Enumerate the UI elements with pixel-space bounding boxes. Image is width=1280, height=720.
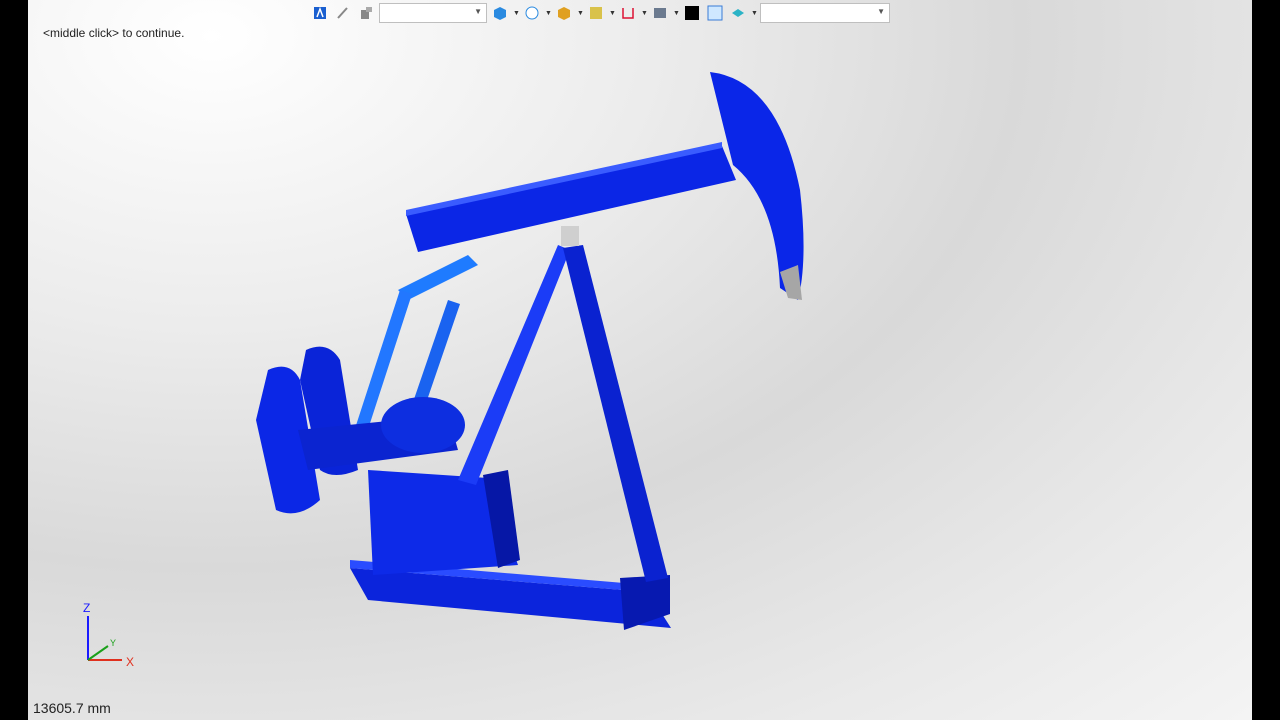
material-dropdown[interactable]: ▼ (751, 10, 758, 17)
view-cube-dropdown[interactable]: ▼ (513, 10, 520, 17)
axis-y-label: Y (110, 638, 116, 648)
chevron-down-icon: ▼ (474, 7, 482, 16)
samson-post-left[interactable] (458, 245, 570, 485)
samson-post-right[interactable] (563, 245, 668, 582)
gearbox-drum (381, 397, 465, 453)
render-style-dropdown[interactable]: ▼ (609, 10, 616, 17)
pumpjack-model[interactable] (28, 0, 1252, 720)
right-letterbox (1252, 0, 1280, 720)
section-tool-icon[interactable] (618, 3, 638, 23)
horse-head[interactable] (710, 72, 804, 300)
sphere-view-dropdown[interactable]: ▼ (545, 10, 552, 17)
left-letterbox (0, 0, 28, 720)
shaded-box-icon[interactable] (554, 3, 574, 23)
sketch-tool-icon[interactable] (333, 3, 353, 23)
view-cube-icon[interactable] (490, 3, 510, 23)
color-light-blue-icon[interactable] (705, 3, 725, 23)
saddle-bearing (561, 226, 579, 246)
color-black-icon[interactable] (682, 3, 702, 23)
material-icon[interactable] (728, 3, 748, 23)
toolbar: ▼ ▼ ▼ ▼ ▼ ▼ ▼ ▼ ▼ (310, 0, 890, 26)
section-tool-dropdown[interactable]: ▼ (641, 10, 648, 17)
continue-hint: <middle click> to continue. (43, 26, 185, 40)
pitman-arm[interactable] (398, 255, 478, 300)
app-logo-icon[interactable] (310, 3, 330, 23)
axis-x-label: X (126, 655, 134, 669)
scale-readout: 13605.7 mm (33, 700, 111, 716)
display-mode-dropdown[interactable]: ▼ (673, 10, 680, 17)
axis-triad: Z X Y (83, 601, 134, 669)
axis-z-label: Z (83, 601, 90, 615)
render-style-icon[interactable] (586, 3, 606, 23)
filter-combo[interactable]: ▼ (760, 3, 890, 23)
shaded-box-dropdown[interactable]: ▼ (577, 10, 584, 17)
display-mode-icon[interactable] (650, 3, 670, 23)
sphere-view-icon[interactable] (522, 3, 542, 23)
view-combo[interactable]: ▼ (379, 3, 487, 23)
3d-viewport[interactable]: ▼ ▼ ▼ ▼ ▼ ▼ ▼ ▼ ▼ <middle click> to cont… (28, 0, 1252, 720)
chevron-down-icon: ▼ (877, 7, 885, 16)
filter-tool-icon[interactable] (356, 3, 376, 23)
